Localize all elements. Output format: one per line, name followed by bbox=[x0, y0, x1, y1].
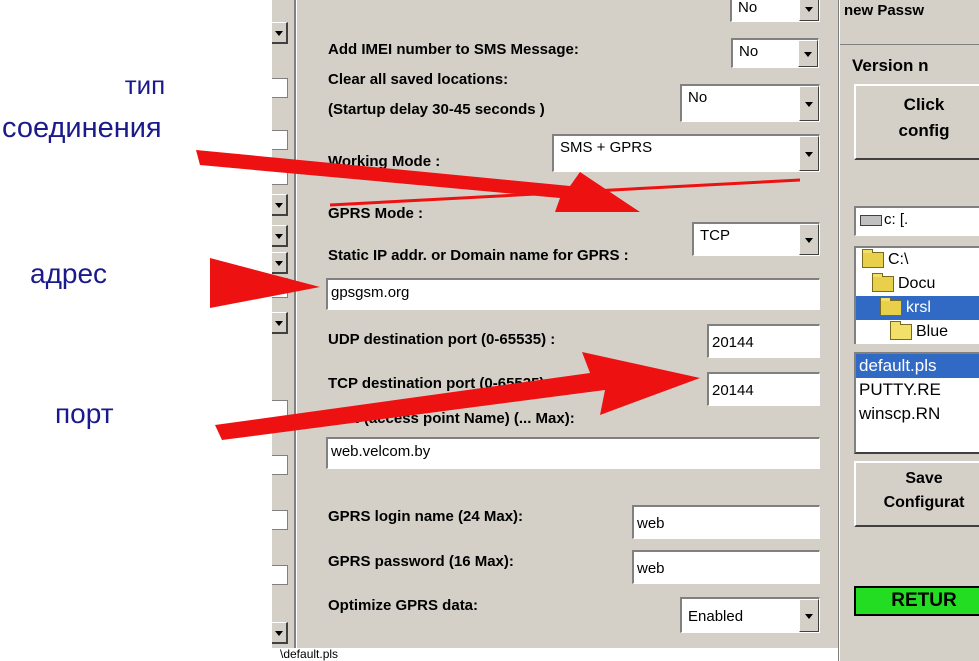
gprs-mode-value: TCP bbox=[700, 227, 730, 244]
apn-input[interactable]: web.velcom.by bbox=[326, 437, 820, 469]
click-config-line2: config bbox=[898, 121, 950, 140]
click-config-button[interactable]: Click config bbox=[854, 84, 979, 160]
folder-open-icon bbox=[872, 272, 894, 292]
right-divider bbox=[838, 0, 840, 661]
left-field-2[interactable] bbox=[272, 130, 288, 150]
chevron-down-icon[interactable] bbox=[798, 40, 818, 67]
file-item[interactable]: PUTTY.RE bbox=[856, 378, 979, 402]
drive-value: c: [. bbox=[884, 211, 909, 228]
left-column-strip bbox=[272, 0, 292, 661]
left-divider bbox=[294, 0, 297, 661]
new-password-label: new Passw bbox=[844, 2, 925, 19]
gprs-mode-select[interactable]: TCP bbox=[692, 222, 820, 256]
clear-locations-label: Clear all saved locations: bbox=[328, 71, 509, 88]
drive-select[interactable]: c: [. bbox=[854, 206, 979, 236]
left-dropdown-5[interactable] bbox=[272, 312, 288, 334]
left-field-6[interactable] bbox=[272, 455, 288, 475]
chevron-down-icon[interactable] bbox=[799, 86, 819, 121]
save-configuration-button[interactable]: Save Configurat bbox=[854, 461, 979, 527]
annotation-connection-type-2: соединения bbox=[2, 112, 162, 144]
right-divider-line bbox=[840, 44, 979, 45]
annotation-port: порт bbox=[55, 398, 114, 429]
clear-locations-value: No bbox=[688, 89, 708, 106]
save-line2: Configurat bbox=[883, 494, 965, 511]
static-ip-label: Static IP addr. or Domain name for GPRS … bbox=[328, 247, 629, 264]
chevron-down-icon[interactable] bbox=[799, 0, 819, 21]
version-label: Version n bbox=[852, 56, 929, 75]
optimize-gprs-select[interactable]: Enabled bbox=[680, 597, 820, 633]
left-field-4[interactable] bbox=[272, 278, 288, 298]
folder-tree[interactable]: C:\ Docu krsl Blue bbox=[854, 246, 979, 344]
folder-icon bbox=[890, 320, 912, 340]
gprs-mode-label: GPRS Mode : bbox=[328, 205, 424, 222]
left-field-8[interactable] bbox=[272, 565, 288, 585]
folder-label: C:\ bbox=[888, 251, 909, 268]
left-field-3[interactable] bbox=[272, 165, 288, 185]
chevron-down-icon[interactable] bbox=[799, 599, 819, 632]
left-dropdown-6[interactable] bbox=[272, 622, 288, 644]
annotation-connection-type-1: тип bbox=[124, 70, 166, 100]
return-button[interactable]: RETUR bbox=[854, 586, 979, 616]
folder-item-docs[interactable]: Docu bbox=[856, 272, 979, 296]
left-dropdown-4[interactable] bbox=[272, 252, 288, 274]
tcp-port-input[interactable]: 20144 bbox=[707, 372, 820, 406]
tcp-port-label: TCP destination port (0-65535) : bbox=[328, 375, 554, 392]
file-list[interactable]: default.pls PUTTY.RE winscp.RN bbox=[854, 352, 979, 454]
static-ip-input[interactable]: gpsgsm.org bbox=[326, 278, 820, 310]
folder-open-icon bbox=[862, 248, 884, 268]
working-mode-select[interactable]: SMS + GPRS bbox=[552, 134, 820, 172]
folder-label: krsl bbox=[906, 299, 931, 316]
imei-select-value: No bbox=[739, 43, 759, 60]
file-item[interactable]: default.pls bbox=[856, 354, 979, 378]
imei-select[interactable]: No bbox=[731, 38, 819, 68]
optimize-gprs-value: Enabled bbox=[688, 608, 744, 625]
clear-locations-select[interactable]: No bbox=[680, 84, 820, 122]
folder-open-icon bbox=[880, 296, 902, 316]
login-name-input[interactable]: web bbox=[632, 505, 820, 539]
working-mode-value: SMS + GPRS bbox=[560, 139, 653, 156]
file-item[interactable]: winscp.RN bbox=[856, 402, 979, 426]
save-line1: Save bbox=[905, 470, 943, 487]
left-field-7[interactable] bbox=[272, 510, 288, 530]
folder-item-root[interactable]: C:\ bbox=[856, 248, 979, 272]
top-partial-select[interactable]: No bbox=[730, 0, 820, 22]
clear-locations-sublabel: (Startup delay 30-45 seconds ) bbox=[328, 101, 545, 118]
chevron-down-icon[interactable] bbox=[799, 224, 819, 255]
folder-label: Docu bbox=[898, 275, 936, 292]
drive-icon bbox=[860, 214, 882, 226]
status-bar: \default.pls bbox=[272, 648, 838, 661]
gprs-password-label: GPRS password (16 Max): bbox=[328, 553, 514, 570]
left-dropdown-1[interactable] bbox=[272, 22, 288, 44]
working-mode-label: Working Mode : bbox=[328, 153, 441, 170]
top-partial-select-value: No bbox=[738, 0, 758, 16]
left-dropdown-2[interactable] bbox=[272, 194, 288, 216]
folder-item-blue[interactable]: Blue bbox=[856, 320, 979, 344]
apn-label: APN (access point Name) (... Max): bbox=[328, 410, 575, 427]
imei-label: Add IMEI number to SMS Message: bbox=[328, 41, 579, 58]
folder-label: Blue bbox=[916, 323, 949, 340]
left-dropdown-3[interactable] bbox=[272, 225, 288, 247]
annotation-address: адрес bbox=[30, 258, 108, 289]
optimize-gprs-label: Optimize GPRS data: bbox=[328, 597, 479, 614]
left-field-1[interactable] bbox=[272, 78, 288, 98]
left-field-5[interactable] bbox=[272, 400, 288, 420]
login-name-label: GPRS login name (24 Max): bbox=[328, 508, 524, 525]
config-window: No Add IMEI number to SMS Message: No Cl… bbox=[272, 0, 979, 661]
folder-item-selected[interactable]: krsl bbox=[856, 296, 979, 320]
udp-port-label: UDP destination port (0-65535) : bbox=[328, 331, 556, 348]
gprs-password-input[interactable]: web bbox=[632, 550, 820, 584]
click-config-line1: Click bbox=[903, 95, 945, 114]
chevron-down-icon[interactable] bbox=[799, 136, 819, 171]
udp-port-input[interactable]: 20144 bbox=[707, 324, 820, 358]
